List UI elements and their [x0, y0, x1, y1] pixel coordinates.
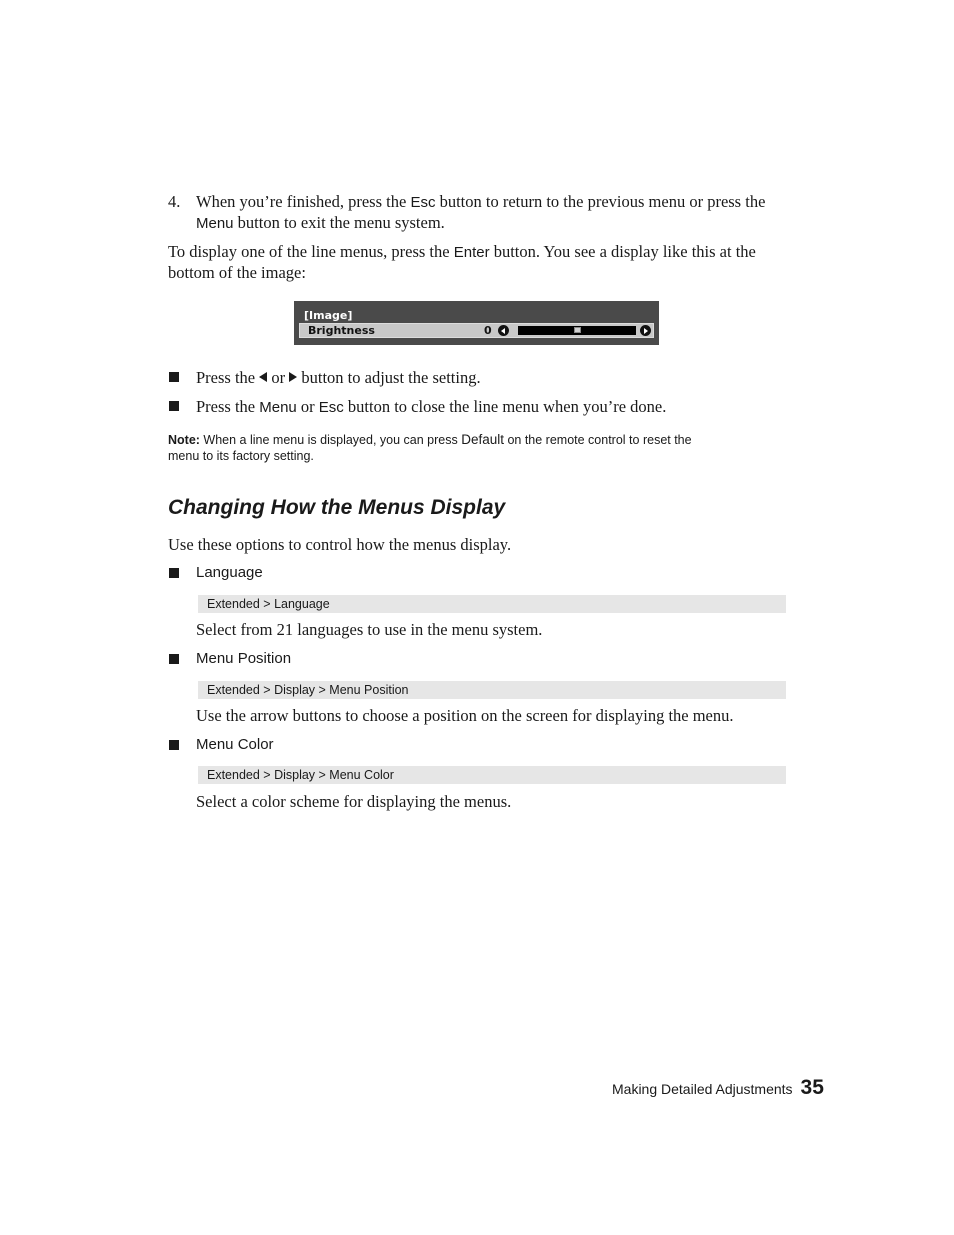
menu-path-menu-position: Extended > Display > Menu Position — [198, 681, 786, 699]
text: button to return to the previous menu or… — [435, 192, 766, 211]
bullet-icon — [169, 654, 179, 664]
text: or — [267, 368, 290, 387]
text: or — [296, 397, 319, 416]
text: Press the — [196, 368, 260, 387]
option-language-desc: Select from 21 languages to use in the m… — [196, 620, 543, 639]
esc-keyword: Esc — [318, 399, 344, 416]
page-footer: Making Detailed Adjustments 35 — [612, 1076, 824, 1100]
bullet-icon — [169, 740, 179, 750]
intro-line-1: To display one of the line menus, press … — [168, 241, 756, 263]
note-label: Note: — [168, 433, 200, 447]
osd-slider-track — [518, 326, 636, 335]
menu-keyword: Menu — [259, 399, 297, 416]
section-heading: Changing How the Menus Display — [168, 496, 506, 519]
bullet-icon — [169, 401, 179, 411]
note-line-2: menu to its factory setting. — [168, 449, 314, 463]
left-arrow-icon — [498, 325, 509, 336]
text: When you’re finished, press the — [196, 192, 411, 211]
text: button to adjust the setting. — [297, 368, 481, 387]
option-menu-color: Menu Color — [196, 736, 274, 753]
osd-slider-thumb — [573, 327, 581, 333]
text: button to exit the menu system. — [233, 213, 445, 232]
osd-value: 0 — [484, 324, 492, 337]
page-number: 35 — [800, 1076, 824, 1099]
text: button to close the line menu when you’r… — [343, 397, 667, 416]
bullet-icon — [169, 372, 179, 382]
osd-label: Brightness — [308, 324, 375, 337]
intro-line-2: bottom of the image: — [168, 263, 306, 282]
option-menu-color-desc: Select a color scheme for displaying the… — [196, 792, 512, 811]
option-menu-position-desc: Use the arrow buttons to choose a positi… — [196, 706, 734, 725]
text: When a line menu is displayed, you can p… — [199, 433, 462, 447]
bullet-item-close: Press the Menu or Esc button to close th… — [196, 396, 666, 418]
option-menu-position: Menu Position — [196, 650, 292, 667]
section-intro: Use these options to control how the men… — [168, 535, 512, 554]
esc-keyword: Esc — [410, 194, 436, 211]
option-language: Language — [196, 564, 263, 581]
default-keyword: Default — [461, 432, 504, 447]
menu-path-language: Extended > Language — [198, 595, 786, 613]
menu-keyword: Menu — [196, 215, 234, 232]
step-4-line-1: When you’re finished, press the Esc butt… — [196, 191, 765, 213]
text: on the remote control to reset the — [503, 433, 692, 447]
line-menu-illustration: [Image] Brightness 0 — [294, 301, 659, 345]
step-number: 4. — [168, 192, 181, 211]
step-4-line-2: Menu button to exit the menu system. — [196, 212, 445, 234]
text: Press the — [196, 397, 260, 416]
text: To display one of the line menus, press … — [168, 242, 454, 261]
chapter-title: Making Detailed Adjustments — [612, 1081, 793, 1097]
note-line-1: Note: When a line menu is displayed, you… — [168, 431, 692, 449]
osd-brightness-row: Brightness 0 — [299, 323, 654, 338]
osd-title: [Image] — [304, 309, 353, 322]
text: button. You see a display like this at t… — [489, 242, 756, 261]
bullet-item-adjust: Press the or button to adjust the settin… — [196, 367, 481, 388]
bullet-icon — [169, 568, 179, 578]
right-arrow-icon — [640, 325, 651, 336]
menu-path-menu-color: Extended > Display > Menu Color — [198, 766, 786, 784]
enter-keyword: Enter — [453, 244, 490, 261]
